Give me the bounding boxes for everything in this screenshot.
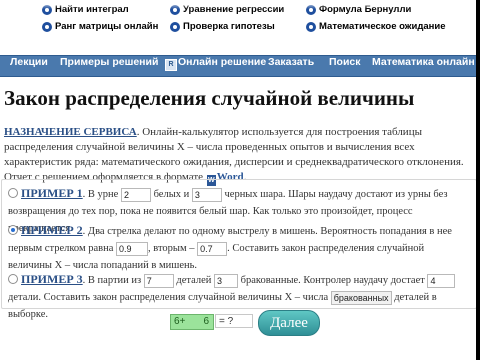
- example-2-title[interactable]: ПРИМЕР 2: [21, 223, 83, 237]
- example-1-radio[interactable]: [8, 188, 18, 198]
- bullet-icon: [306, 21, 316, 32]
- example-3-radio[interactable]: [8, 274, 18, 284]
- nav-online[interactable]: R Онлайн решение: [165, 56, 266, 76]
- form-controls: 6+ 6 = ? Далее: [0, 310, 476, 340]
- nav-examples[interactable]: Примеры решений: [60, 56, 158, 76]
- captcha-field[interactable]: 6+ 6: [170, 314, 214, 330]
- link-rank[interactable]: Ранг матрицы онлайн: [42, 21, 158, 32]
- top-fade: [0, 0, 476, 9]
- example-3-title[interactable]: ПРИМЕР 3: [21, 272, 83, 286]
- captcha-answer-input[interactable]: = ?: [215, 314, 253, 328]
- probability-1-input[interactable]: 0.9: [116, 242, 148, 256]
- white-balls-input[interactable]: 2: [120, 188, 151, 202]
- window-edge: [476, 0, 480, 360]
- top-links: Найти интеграл Уравнение регрессии Форму…: [0, 0, 476, 55]
- nav-order[interactable]: Заказать: [268, 56, 314, 76]
- page-title: Закон распределения случайной величины: [4, 86, 415, 110]
- black-balls-input[interactable]: 3: [191, 188, 222, 202]
- link-expectation[interactable]: Математическое ожидание: [306, 21, 446, 32]
- example-2-radio[interactable]: [8, 225, 18, 235]
- nav-lectures[interactable]: Лекции: [10, 56, 48, 76]
- examples-box: ПРИМЕР 1. В урне 2 белых и 3 черных шара…: [1, 179, 476, 320]
- page: Найти интеграл Уравнение регрессии Форму…: [0, 0, 476, 360]
- nav-search[interactable]: Поиск: [329, 56, 361, 76]
- service-description: НАЗНАЧЕНИЕ СЕРВИСА. Онлайн-калькулятор и…: [4, 126, 464, 186]
- probability-2-input[interactable]: 0.7: [197, 242, 228, 256]
- example-2: ПРИМЕР 2. Два стрелка делают по одному в…: [8, 223, 452, 271]
- nav-math-online[interactable]: Математика онлайн: [372, 56, 475, 76]
- bullet-icon: [42, 21, 52, 32]
- part-type-select[interactable]: бракованных: [330, 291, 392, 305]
- online-solution-icon: R: [165, 59, 177, 71]
- defective-parts-input[interactable]: 3: [214, 274, 239, 288]
- total-parts-input[interactable]: 7: [143, 274, 174, 288]
- taken-parts-input[interactable]: 4: [427, 274, 456, 288]
- example-1-title[interactable]: ПРИМЕР 1: [21, 186, 83, 200]
- bullet-icon: [170, 21, 180, 32]
- nav-bar: Лекции Примеры решений R Онлайн решение З…: [0, 55, 476, 77]
- service-purpose-heading: НАЗНАЧЕНИЕ СЕРВИСА: [4, 126, 137, 138]
- next-button[interactable]: Далее: [258, 310, 320, 336]
- link-hypothesis[interactable]: Проверка гипотезы: [170, 21, 275, 32]
